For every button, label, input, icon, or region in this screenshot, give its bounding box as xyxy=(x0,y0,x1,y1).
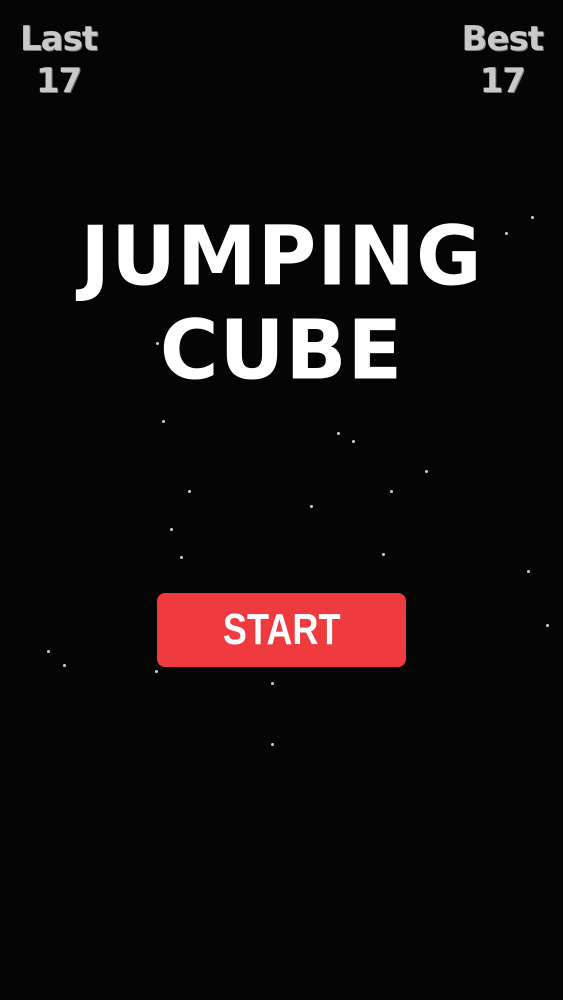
star xyxy=(170,528,173,531)
star xyxy=(188,490,191,493)
best-score: Best 17 xyxy=(461,18,544,102)
star xyxy=(531,216,534,219)
star xyxy=(527,570,530,573)
title-line-2: CUBE xyxy=(159,302,404,398)
star xyxy=(271,743,274,746)
best-score-value: 17 xyxy=(479,61,526,101)
last-score-value: 17 xyxy=(35,61,82,101)
star xyxy=(271,682,274,685)
star xyxy=(505,232,508,235)
game-title: JUMPING CUBE xyxy=(0,210,563,398)
best-score-label: Best xyxy=(461,19,544,59)
star xyxy=(390,490,393,493)
last-score: Last 17 xyxy=(20,18,98,102)
start-button[interactable]: START xyxy=(157,593,406,667)
star xyxy=(156,342,159,345)
star xyxy=(546,624,549,627)
game-screen: Last 17 Best 17 JUMPING CUBE START xyxy=(0,0,563,1000)
star xyxy=(47,650,50,653)
star xyxy=(162,420,165,423)
star xyxy=(352,440,355,443)
star xyxy=(155,670,158,673)
star xyxy=(425,470,428,473)
star xyxy=(382,553,385,556)
title-line-1: JUMPING xyxy=(80,209,483,304)
star xyxy=(63,664,66,667)
last-score-label: Last xyxy=(20,19,98,59)
star xyxy=(337,432,340,435)
star xyxy=(180,556,183,559)
star xyxy=(310,505,313,508)
start-button-label: START xyxy=(222,605,341,654)
